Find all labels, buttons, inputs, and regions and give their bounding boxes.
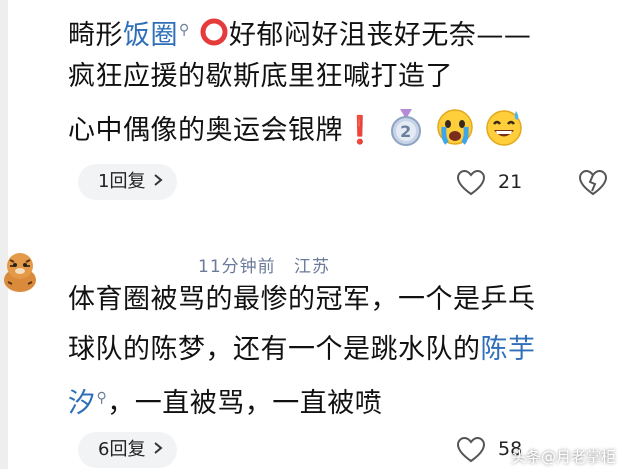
broken-heart-icon[interactable] [578, 169, 608, 201]
person-link-chen-yuxi-cont[interactable]: 汐 [68, 388, 96, 419]
reply-button-2[interactable]: 6回复 [78, 432, 178, 468]
reply-button-1[interactable]: 1回复 [78, 164, 178, 200]
comment-2-meta: 11分钟前 江苏 [198, 252, 330, 277]
like-button-2[interactable] [456, 436, 486, 468]
avatar[interactable] [0, 250, 40, 298]
person-link-chen-yuxi[interactable]: 陈芋 [481, 334, 536, 365]
comment-location: 江苏 [294, 257, 331, 277]
topic-link-fanquan[interactable]: 饭圈 [123, 20, 178, 51]
search-icon[interactable]: ⚲ [179, 22, 190, 38]
heart-outline-icon [456, 436, 486, 468]
silver-medal-icon: 2 [386, 107, 426, 156]
heart-outline-icon [456, 169, 486, 201]
comment-2-text-3: ，一直被骂，一直被喷 [107, 388, 383, 419]
like-count-1: 21 [498, 171, 523, 193]
comment-2-line-1: 体育圈被骂的最惨的冠军，一个是乒乓 [68, 284, 536, 315]
comment-2-line-2: 球队的陈梦，还有一个是跳水队的陈芋 [68, 333, 536, 367]
reply-count-label: 6回复 [98, 439, 146, 460]
comment-2-text-2: 球队的陈梦，还有一个是跳水队的 [68, 334, 481, 365]
comment-1-text-cont: 好郁闷好沮丧好无奈—— [228, 20, 532, 51]
search-icon[interactable]: ⚲ [97, 390, 108, 406]
comment-1-text-3: 心中偶像的奥运会银牌 [68, 115, 343, 146]
crying-face-icon [435, 107, 475, 156]
like-button-1[interactable] [456, 169, 486, 201]
exclamation-icon: ❗ [343, 115, 378, 146]
reply-count-label: 1回复 [98, 171, 146, 192]
comment-1-line-2: 疯狂应援的歇斯底里狂喊打造了 [68, 61, 453, 92]
comment-1-text: 畸形 [68, 20, 123, 51]
chevron-right-icon [153, 164, 164, 200]
watermark: 头条@月老掌柜 [510, 448, 616, 466]
comment-1-line-3: 心中偶像的奥运会银牌❗ 2 [68, 107, 524, 156]
red-circle-icon [199, 17, 229, 56]
chevron-right-icon [153, 432, 164, 468]
comment-2-line-3: 汐⚲，一直被骂，一直被喷 [68, 381, 382, 421]
sweat-smile-icon [484, 107, 524, 156]
left-edge-strip [0, 0, 8, 469]
comment-time: 11分钟前 [198, 257, 276, 277]
svg-text:2: 2 [400, 122, 412, 141]
comment-1-line-1: 畸形饭圈⚲ 好郁闷好沮丧好无奈—— [68, 13, 531, 56]
